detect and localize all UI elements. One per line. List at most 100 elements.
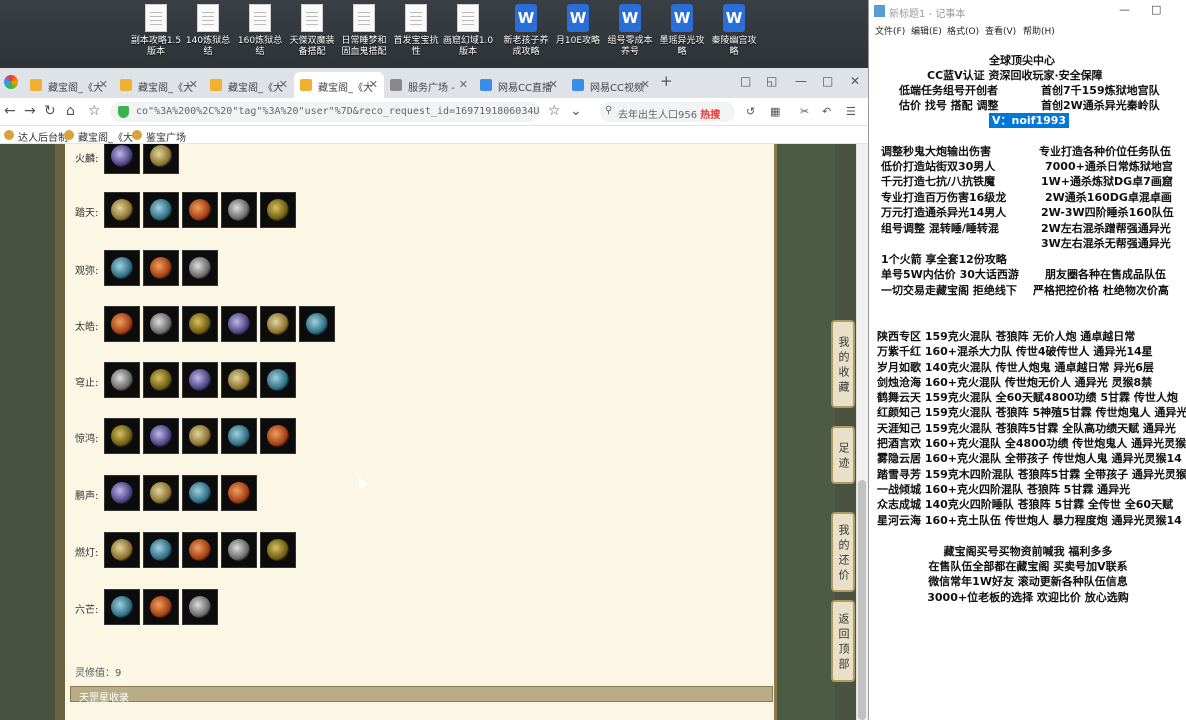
address-bar[interactable]: co"%3A%200%2C%20"tag"%3A%20"user"%7D&rec… bbox=[110, 102, 540, 122]
item-icon[interactable] bbox=[143, 362, 179, 398]
item-icon[interactable] bbox=[221, 306, 257, 342]
desktop-icon[interactable]: W 墨瑶异光攻略 bbox=[656, 4, 708, 58]
item-icon[interactable] bbox=[182, 475, 218, 511]
notepad-menu-item[interactable]: 帮助(H) bbox=[1023, 24, 1055, 37]
item-icon[interactable] bbox=[299, 306, 335, 342]
tab-close-icon[interactable]: ✕ bbox=[369, 78, 378, 91]
close-window-button[interactable]: ✕ bbox=[850, 74, 860, 88]
item-icon[interactable] bbox=[182, 418, 218, 454]
desktop-icon[interactable]: 首发宝宝抗性 bbox=[390, 4, 442, 58]
item-icon[interactable] bbox=[221, 192, 257, 228]
desktop-icon[interactable]: 画窟幻域1.0版本 bbox=[442, 4, 494, 58]
desktop-icon[interactable]: W 秦陵幽宫攻略 bbox=[708, 4, 760, 58]
notepad-menu-item[interactable]: 查看(V) bbox=[985, 24, 1016, 37]
browser-tab[interactable]: 藏宝阁_《大 ✕ bbox=[114, 72, 204, 98]
browser-tab[interactable]: 服务广场 - ✕ bbox=[384, 72, 474, 98]
scrollbar-thumb[interactable] bbox=[858, 480, 866, 720]
home-icon[interactable]: ⌂ bbox=[66, 103, 75, 119]
item-icon[interactable] bbox=[143, 192, 179, 228]
item-icon[interactable] bbox=[143, 306, 179, 342]
item-icon[interactable] bbox=[104, 532, 140, 568]
favorite-icon[interactable]: ☆ bbox=[88, 103, 101, 119]
scissors-icon[interactable]: ✂ bbox=[800, 105, 809, 118]
browser-tab[interactable]: 藏宝阁_《大 ✕ bbox=[294, 72, 384, 98]
new-tab-button[interactable]: + bbox=[660, 72, 673, 90]
section-header-collection[interactable]: 天罡星收录 bbox=[70, 686, 773, 704]
desktop-icon[interactable]: 副本攻略1.5版本 bbox=[130, 4, 182, 58]
item-icon[interactable] bbox=[260, 362, 296, 398]
bookmark-item[interactable]: 鉴宝广场 bbox=[132, 129, 186, 144]
tab-close-icon[interactable]: ✕ bbox=[279, 78, 288, 91]
item-icon[interactable] bbox=[143, 532, 179, 568]
browser-tab[interactable]: 网易CC视频 ✕ bbox=[566, 72, 656, 98]
browser-tab[interactable]: 藏宝阁_《大 ✕ bbox=[204, 72, 294, 98]
item-icon[interactable] bbox=[182, 362, 218, 398]
desktop-icon[interactable]: W 新老孩子养成攻略 bbox=[500, 4, 552, 58]
item-icon[interactable] bbox=[182, 192, 218, 228]
reload-icon[interactable]: ↻ bbox=[44, 103, 56, 119]
tab-close-icon[interactable]: ✕ bbox=[549, 78, 558, 91]
browser-tab[interactable]: 藏宝阁_《大 ✕ bbox=[24, 72, 114, 98]
tab-close-icon[interactable]: ✕ bbox=[459, 78, 468, 91]
menu-icon[interactable]: ☰ bbox=[846, 105, 856, 118]
tab-close-icon[interactable]: ✕ bbox=[99, 78, 108, 91]
browser-logo-icon[interactable] bbox=[4, 75, 18, 89]
item-icon[interactable] bbox=[260, 306, 296, 342]
apps-grid-icon[interactable]: ▦ bbox=[770, 105, 780, 118]
back-icon[interactable]: ← bbox=[4, 103, 16, 119]
item-icon[interactable] bbox=[221, 362, 257, 398]
item-icon[interactable] bbox=[104, 418, 140, 454]
notepad-menu-item[interactable]: 编辑(E) bbox=[911, 24, 942, 37]
undo-icon[interactable]: ↶ bbox=[822, 105, 831, 118]
desktop-icon[interactable]: W 组号零成本养号 bbox=[604, 4, 656, 58]
dropdown-icon[interactable]: ⌄ bbox=[570, 103, 582, 119]
maximize-button[interactable]: □ bbox=[822, 74, 833, 88]
item-icon[interactable] bbox=[182, 532, 218, 568]
item-icon[interactable] bbox=[221, 532, 257, 568]
side-button[interactable]: 足迹 bbox=[831, 426, 855, 484]
item-icon[interactable] bbox=[143, 475, 179, 511]
item-icon[interactable] bbox=[260, 192, 296, 228]
desktop-icon[interactable]: 天傑双魔装备搭配 bbox=[286, 4, 338, 58]
item-icon[interactable] bbox=[260, 418, 296, 454]
hot-search-badge[interactable]: 热搜 bbox=[700, 110, 720, 121]
minimize-button[interactable]: — bbox=[795, 74, 807, 88]
item-icon[interactable] bbox=[104, 589, 140, 625]
forward-icon[interactable]: → bbox=[24, 103, 36, 119]
side-button[interactable]: 返回顶部 bbox=[831, 600, 855, 682]
toolbar-icon-1[interactable]: ↺ bbox=[746, 105, 755, 118]
notepad-text-area[interactable]: 全球顶尖中心 CC蓝V认证 资深回收玩家·安全保障 低端任务组号开创者 首创7千159… bbox=[869, 38, 1186, 720]
side-button[interactable]: 我的收藏 bbox=[831, 320, 855, 408]
item-icon[interactable] bbox=[104, 144, 140, 174]
search-box[interactable]: ⚲ 去年出生人口956 热搜 bbox=[600, 102, 735, 122]
tab-close-icon[interactable]: ✕ bbox=[189, 78, 198, 91]
side-button[interactable]: 我的还价 bbox=[831, 512, 855, 592]
bookmark-item[interactable]: 达人后台制 bbox=[4, 129, 68, 144]
item-icon[interactable] bbox=[143, 418, 179, 454]
item-icon[interactable] bbox=[221, 475, 257, 511]
item-icon[interactable] bbox=[182, 250, 218, 286]
notepad-minimize-button[interactable]: — bbox=[1119, 3, 1130, 16]
item-icon[interactable] bbox=[104, 192, 140, 228]
tab-close-icon[interactable]: ✕ bbox=[641, 78, 650, 91]
notepad-menu-item[interactable]: 文件(F) bbox=[875, 24, 905, 37]
item-icon[interactable] bbox=[104, 306, 140, 342]
desktop-icon[interactable]: 日常睡梦和固血鬼搭配 bbox=[338, 4, 390, 58]
item-icon[interactable] bbox=[104, 362, 140, 398]
item-icon[interactable] bbox=[182, 306, 218, 342]
shirt-icon[interactable]: ◱ bbox=[766, 74, 777, 88]
bookmark-item[interactable]: 藏宝阁_《大 bbox=[64, 129, 133, 144]
notepad-menu-item[interactable]: 格式(O) bbox=[947, 24, 979, 37]
item-icon[interactable] bbox=[260, 532, 296, 568]
desktop-icon[interactable]: 140炼狱总结 bbox=[182, 4, 234, 58]
desktop-icon[interactable]: 160炼狱总结 bbox=[234, 4, 286, 58]
desktop-icon[interactable]: W 月10E攻略 bbox=[552, 4, 604, 47]
item-icon[interactable] bbox=[104, 250, 140, 286]
tab-count-icon[interactable]: □ bbox=[740, 74, 751, 88]
notepad-maximize-button[interactable]: □ bbox=[1151, 3, 1161, 16]
item-icon[interactable] bbox=[221, 418, 257, 454]
item-icon[interactable] bbox=[143, 144, 179, 174]
item-icon[interactable] bbox=[143, 589, 179, 625]
browser-tab[interactable]: 网易CC直播 ✕ bbox=[474, 72, 564, 98]
item-icon[interactable] bbox=[182, 589, 218, 625]
